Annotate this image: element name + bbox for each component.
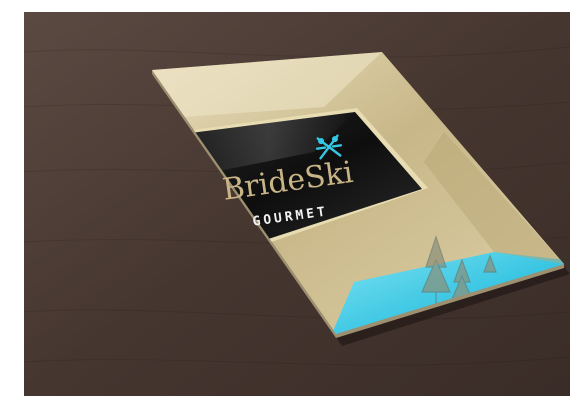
photo-scene: BrideSki GOURMET	[0, 0, 585, 404]
photo-frame: BrideSki GOURMET	[24, 12, 570, 396]
business-card-photo: BrideSki GOURMET	[24, 12, 570, 396]
